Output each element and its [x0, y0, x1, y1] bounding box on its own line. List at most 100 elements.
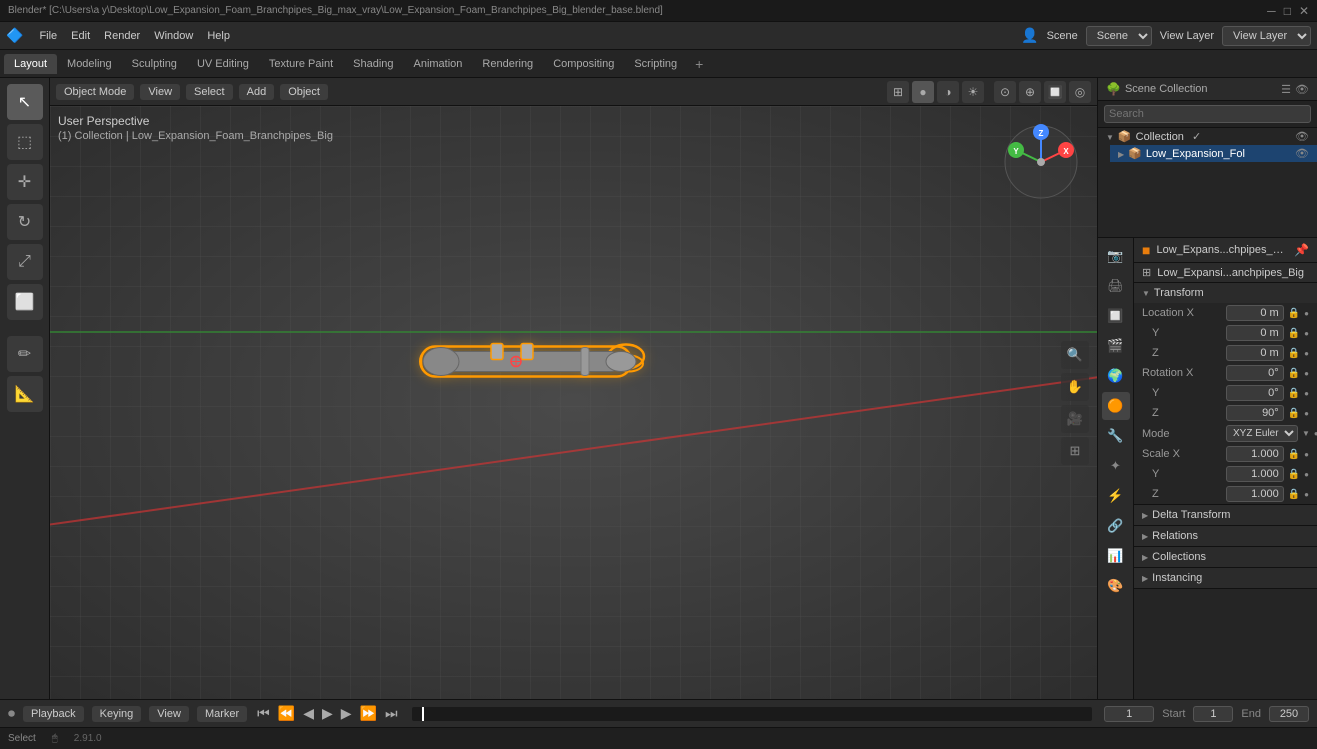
tab-layout[interactable]: Layout	[4, 54, 57, 74]
delta-transform-header[interactable]: Delta Transform	[1134, 505, 1317, 525]
viewport-shading-rendered[interactable]: ☀	[962, 81, 984, 103]
outliner-item-lowexp[interactable]: 📦 Low_Expansion_Fol 👁	[1110, 145, 1317, 162]
viewport-view-btn[interactable]: View	[140, 84, 180, 100]
lock-sx-icon[interactable]: 🔒	[1288, 449, 1300, 460]
viewport-object-btn[interactable]: Object	[280, 84, 328, 100]
prop-icon-modifier[interactable]: 🔧	[1102, 422, 1130, 450]
menu-render[interactable]: Render	[98, 28, 146, 44]
view-layer-select[interactable]: View Layer	[1222, 26, 1311, 46]
tool-scale[interactable]: ⤢	[7, 244, 43, 280]
timeline-track[interactable]	[412, 707, 1093, 721]
prev-keyframe-btn[interactable]: ⏪	[276, 703, 297, 724]
prop-icon-render[interactable]: 📷	[1102, 242, 1130, 270]
prop-icon-constraints[interactable]: 🔗	[1102, 512, 1130, 540]
keyframe-sx-icon[interactable]: ●	[1304, 450, 1309, 459]
outliner-filter-icon[interactable]: ☰	[1281, 83, 1291, 96]
view-btn[interactable]: View	[149, 706, 189, 722]
tab-compositing[interactable]: Compositing	[543, 54, 624, 74]
lock-rz-icon[interactable]: 🔒	[1288, 408, 1300, 419]
menu-edit[interactable]: Edit	[65, 28, 96, 44]
close-btn[interactable]: ✕	[1299, 4, 1309, 18]
3d-object[interactable]	[361, 321, 681, 424]
scale-x-value[interactable]: 1.000	[1226, 446, 1284, 462]
lock-x-icon[interactable]: 🔒	[1288, 308, 1300, 319]
tab-scripting[interactable]: Scripting	[624, 54, 687, 74]
hand-icon[interactable]: ✋	[1061, 373, 1089, 401]
zoom-to-fit-icon[interactable]: 🔍	[1061, 341, 1089, 369]
collections-header[interactable]: Collections	[1134, 547, 1317, 567]
viewport-select-btn[interactable]: Select	[186, 84, 233, 100]
marker-btn[interactable]: Marker	[197, 706, 247, 722]
jump-start-btn[interactable]: ⏮	[255, 703, 272, 724]
tab-rendering[interactable]: Rendering	[472, 54, 543, 74]
pin-icon[interactable]: 📌	[1294, 243, 1309, 257]
keyframe-sz-icon[interactable]: ●	[1304, 490, 1309, 499]
prop-icon-scene[interactable]: 🎬	[1102, 332, 1130, 360]
tool-box-select[interactable]: ⬚	[7, 124, 43, 160]
scene-select[interactable]: Scene	[1086, 26, 1152, 46]
location-y-value[interactable]: 0 m	[1226, 325, 1284, 341]
keyframe-sy-icon[interactable]: ●	[1304, 470, 1309, 479]
playback-btn[interactable]: Playback	[23, 706, 84, 722]
menu-file[interactable]: File	[33, 28, 63, 44]
grid-icon[interactable]: ⊞	[1061, 437, 1089, 465]
tool-annotate[interactable]: ✏	[7, 336, 43, 372]
next-frame-btn[interactable]: ▶	[339, 703, 354, 724]
keyframe-rz-icon[interactable]: ●	[1304, 409, 1309, 418]
minimize-btn[interactable]: ─	[1267, 4, 1276, 18]
transform-header[interactable]: Transform	[1134, 283, 1317, 303]
viewport-mode-btn[interactable]: Object Mode	[56, 84, 134, 100]
rotation-x-value[interactable]: 0°	[1226, 365, 1284, 381]
lock-sz-icon[interactable]: 🔒	[1288, 489, 1300, 500]
current-frame-input[interactable]	[1104, 706, 1154, 722]
tab-modeling[interactable]: Modeling	[57, 54, 122, 74]
lock-y-icon[interactable]: 🔒	[1288, 328, 1300, 339]
mode-expand-icon[interactable]: ▼	[1302, 429, 1310, 438]
end-frame-input[interactable]	[1269, 706, 1309, 722]
tab-shading[interactable]: Shading	[343, 54, 403, 74]
lock-sy-icon[interactable]: 🔒	[1288, 469, 1300, 480]
menu-window[interactable]: Window	[148, 28, 199, 44]
keyframe-z-icon[interactable]: ●	[1304, 349, 1309, 358]
viewport-overlay-btn[interactable]: ⊙	[994, 81, 1016, 103]
rotation-y-value[interactable]: 0°	[1226, 385, 1284, 401]
tool-select[interactable]: ↖	[7, 84, 43, 120]
viewport-add-btn[interactable]: Add	[239, 84, 275, 100]
location-z-value[interactable]: 0 m	[1226, 345, 1284, 361]
keyframe-x-icon[interactable]: ●	[1304, 309, 1309, 318]
prev-frame-btn[interactable]: ◀	[301, 703, 316, 724]
tool-transform[interactable]: ⬜	[7, 284, 43, 320]
lock-ry-icon[interactable]: 🔒	[1288, 388, 1300, 399]
prop-icon-world[interactable]: 🌍	[1102, 362, 1130, 390]
rotation-mode-select[interactable]: XYZ Euler	[1226, 425, 1298, 442]
keyframe-rx-icon[interactable]: ●	[1304, 369, 1309, 378]
tab-sculpting[interactable]: Sculpting	[122, 54, 187, 74]
camera-icon[interactable]: 🎥	[1061, 405, 1089, 433]
jump-end-btn[interactable]: ⏭	[383, 703, 400, 724]
tool-measure[interactable]: 📐	[7, 376, 43, 412]
keyframe-ry-icon[interactable]: ●	[1304, 389, 1309, 398]
lock-rx-icon[interactable]: 🔒	[1288, 368, 1300, 379]
location-x-value[interactable]: 0 m	[1226, 305, 1284, 321]
prop-icon-particles[interactable]: ✦	[1102, 452, 1130, 480]
instancing-header[interactable]: Instancing	[1134, 568, 1317, 588]
tab-uv-editing[interactable]: UV Editing	[187, 54, 259, 74]
tab-texture-paint[interactable]: Texture Paint	[259, 54, 343, 74]
nav-gizmo[interactable]: Z X Y	[1001, 122, 1081, 202]
viewport-gizmo-btn[interactable]: ⊕	[1019, 81, 1041, 103]
tab-animation[interactable]: Animation	[404, 54, 473, 74]
add-workspace-btn[interactable]: +	[687, 52, 711, 76]
prop-icon-object[interactable]: 🟠	[1102, 392, 1130, 420]
viewport-snap-btn[interactable]: 🔲	[1044, 81, 1066, 103]
prop-icon-data[interactable]: 📊	[1102, 542, 1130, 570]
play-btn[interactable]: ▶	[320, 703, 335, 724]
lowexp-eye-icon[interactable]: 👁	[1295, 147, 1309, 160]
viewport-shading-solid[interactable]: ●	[912, 81, 934, 103]
keyframe-y-icon[interactable]: ●	[1304, 329, 1309, 338]
viewport-proportional-btn[interactable]: ◎	[1069, 81, 1091, 103]
collection-eye-icon[interactable]: 👁	[1295, 130, 1309, 143]
next-keyframe-btn[interactable]: ⏩	[358, 703, 379, 724]
lock-z-icon[interactable]: 🔒	[1288, 348, 1300, 359]
maximize-btn[interactable]: □	[1284, 4, 1291, 18]
outliner-view-icon[interactable]: 👁	[1295, 83, 1309, 96]
